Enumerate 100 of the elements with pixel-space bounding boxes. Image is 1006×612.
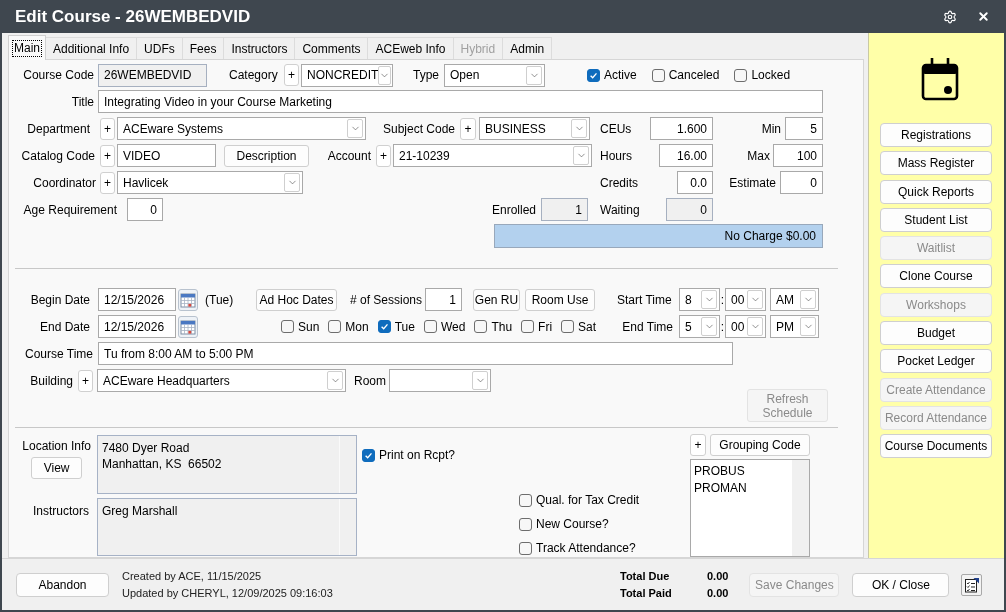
checkbox[interactable]: Qual. for Tax Credit <box>519 493 640 507</box>
tab[interactable]: Main <box>8 35 46 60</box>
ok-close-button[interactable]: OK / Close <box>852 572 950 597</box>
calendar-icon[interactable] <box>178 288 198 311</box>
checkbox[interactable]: Mon <box>328 319 369 334</box>
ad-hoc-dates-button[interactable]: Ad Hoc Dates <box>256 288 337 311</box>
checkbox[interactable]: Track Attendance? <box>519 541 636 555</box>
add-button[interactable]: + <box>690 434 706 456</box>
add-button[interactable]: + <box>460 117 476 140</box>
chevron-down-icon <box>526 65 542 85</box>
checkbox[interactable]: Sat <box>561 319 597 334</box>
dropdown[interactable]: 21-10239 <box>393 144 592 167</box>
tab[interactable]: Additional Info <box>46 37 138 59</box>
settings-icon[interactable] <box>943 9 957 24</box>
abandon-button[interactable]: Abandon <box>16 572 109 597</box>
tab[interactable]: ACEweb Info <box>368 37 454 59</box>
checkbox[interactable]: Tue <box>377 319 415 334</box>
dropdown[interactable]: PM <box>770 315 819 338</box>
input-field[interactable]: 1 <box>541 198 588 221</box>
sidebar-button[interactable]: Registrations <box>880 123 992 147</box>
dropdown[interactable]: Open <box>444 63 545 87</box>
dropdown[interactable]: 5 <box>679 315 720 338</box>
calendar-icon[interactable] <box>178 315 198 338</box>
field-label: Coordinator <box>33 175 96 190</box>
description-button[interactable]: Description <box>224 144 309 167</box>
input-field[interactable]: Integrating Video in your Course Marketing <box>98 90 823 113</box>
input-field[interactable]: 5 <box>785 117 823 140</box>
add-button[interactable]: + <box>100 171 115 194</box>
checkbox[interactable]: Thu <box>474 319 513 334</box>
gen-ru-button[interactable]: Gen RU <box>473 288 520 311</box>
checklist-icon[interactable] <box>961 573 983 596</box>
sidebar-button[interactable]: Quick Reports <box>880 179 992 204</box>
checkbox[interactable]: Active <box>587 68 637 82</box>
checkbox[interactable]: Locked <box>734 68 791 82</box>
input-field[interactable]: 16.00 <box>659 144 713 167</box>
input-field[interactable]: 100 <box>773 144 823 167</box>
sidebar-button[interactable]: Student List <box>880 207 992 232</box>
dropdown[interactable]: AM <box>770 288 819 311</box>
dropdown[interactable]: 00 <box>725 315 766 338</box>
input-field[interactable]: 0 <box>127 198 163 221</box>
dropdown[interactable]: 8 <box>679 288 720 311</box>
chevron-down-icon <box>747 290 763 309</box>
sidebar-button[interactable]: Course Documents <box>880 434 992 459</box>
input-field[interactable]: 12/15/2026 <box>98 315 176 338</box>
dropdown[interactable]: ACEware Systems <box>117 117 366 140</box>
view-button[interactable]: View <box>31 457 83 479</box>
tab[interactable]: Admin <box>503 37 553 59</box>
add-button[interactable]: + <box>100 117 115 140</box>
charge-summary: No Charge $0.00 <box>494 224 823 248</box>
add-button[interactable]: + <box>376 144 391 167</box>
field-label: Age Requirement <box>23 202 117 217</box>
field-label: Waiting <box>600 202 640 217</box>
dropdown[interactable]: Havlicek <box>117 171 303 194</box>
input-field[interactable]: VIDEO <box>117 144 216 167</box>
text-area[interactable]: Greg Marshall <box>97 498 357 556</box>
input-field[interactable]: 26WEMBEDVID <box>98 63 207 87</box>
checkbox[interactable]: Wed <box>423 319 466 334</box>
checkbox[interactable]: Fri <box>521 319 553 334</box>
input-field[interactable]: 0 <box>666 198 713 221</box>
field-label: Course Code <box>23 68 94 82</box>
calendar-icon <box>921 57 959 101</box>
input-field[interactable]: 1.600 <box>650 117 713 140</box>
created-info: Created by ACE, 11/15/2025 <box>122 568 262 584</box>
field-label: End Time <box>622 319 673 334</box>
input-field[interactable]: 12/15/2026 <box>98 288 176 311</box>
checkbox[interactable]: Canceled <box>651 68 720 82</box>
field-label: Account <box>327 148 371 163</box>
input-field[interactable]: 1 <box>425 288 462 311</box>
tab[interactable]: UDFs <box>137 37 183 59</box>
checkbox[interactable]: Print on Rcpt? <box>362 448 456 462</box>
add-button[interactable]: + <box>284 64 299 86</box>
sidebar-button[interactable]: Budget <box>880 321 992 346</box>
close-icon[interactable] <box>977 10 990 23</box>
tab[interactable]: Instructors <box>224 37 296 59</box>
input-field[interactable]: Tu from 8:00 AM to 5:00 PM <box>98 342 733 365</box>
room-use-button[interactable]: Room Use <box>525 288 595 311</box>
text-area[interactable]: 7480 Dyer Road Manhattan, KS 66502 <box>97 435 357 494</box>
tab[interactable]: Comments <box>295 37 369 59</box>
list-item[interactable]: PROBUS <box>694 463 745 480</box>
field-label: Subject Code <box>383 121 456 136</box>
sidebar-button[interactable]: Pocket Ledger <box>880 349 992 374</box>
dropdown[interactable]: ACEware Headquarters <box>97 369 346 392</box>
add-button[interactable]: + <box>100 144 115 167</box>
input-field[interactable]: 0 <box>780 171 823 194</box>
dropdown[interactable]: BUSINESS <box>479 117 590 140</box>
dropdown[interactable]: NONCREDIT <box>301 63 393 87</box>
input-field[interactable]: 0.0 <box>677 171 713 194</box>
list-item[interactable]: PROMAN <box>694 480 747 497</box>
checkbox[interactable]: New Course? <box>519 517 609 531</box>
dropdown[interactable] <box>389 369 491 392</box>
field-label: Estimate <box>729 175 776 190</box>
sidebar-button[interactable]: Mass Register <box>880 151 992 176</box>
tab[interactable]: Fees <box>182 37 225 59</box>
list-box[interactable]: PROBUS PROMAN <box>690 459 810 557</box>
checkbox[interactable]: Sun <box>281 319 320 334</box>
grouping-code-button[interactable]: Grouping Code <box>710 434 810 456</box>
sidebar-button[interactable]: Clone Course <box>880 264 992 289</box>
scrollbar-track[interactable] <box>792 460 809 556</box>
add-button[interactable]: + <box>78 369 93 392</box>
dropdown[interactable]: 00 <box>725 288 766 311</box>
